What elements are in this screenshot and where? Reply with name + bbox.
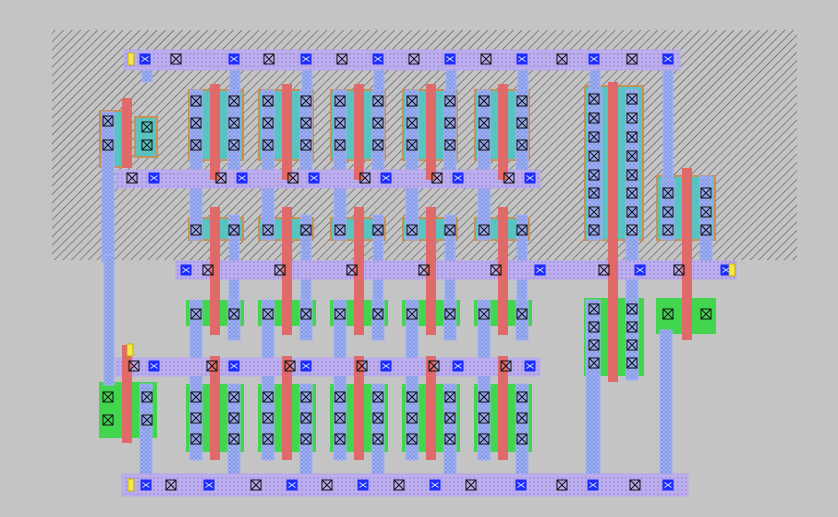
metal1-wire <box>300 214 312 306</box>
metal1-wire <box>516 214 528 306</box>
poly-gate <box>282 356 292 460</box>
metal1-wire <box>333 89 347 241</box>
metal1-wire <box>371 299 385 341</box>
metal1-wire <box>189 89 203 241</box>
poly-gate <box>426 356 436 460</box>
poly-gate <box>122 98 132 168</box>
metal1-wire <box>443 89 457 171</box>
poly-gate <box>682 168 692 340</box>
metal1-wire <box>372 214 384 306</box>
poly-gate <box>354 207 364 335</box>
metal1-wire <box>371 89 385 171</box>
metal2-wire <box>115 169 541 189</box>
pmos-active <box>134 116 158 158</box>
poly-gate <box>426 207 436 335</box>
metal1-wire <box>189 299 203 461</box>
poly-gate <box>498 84 508 180</box>
poly-gate <box>498 207 508 335</box>
metal1-wire <box>227 89 241 171</box>
metal1-wire <box>443 299 457 341</box>
metal1-wire <box>515 299 529 341</box>
poly-gate <box>122 345 132 443</box>
metal1-wire <box>477 299 491 461</box>
poly-gate <box>498 356 508 460</box>
poly-gate <box>210 356 220 460</box>
metal1-wire <box>299 89 313 171</box>
metal1-wire <box>261 299 275 461</box>
poly-gate <box>354 356 364 460</box>
metal1-wire <box>101 111 115 263</box>
poly-gate <box>210 207 220 335</box>
pin-icon <box>127 478 135 492</box>
metal2-wire <box>175 260 737 280</box>
metal1-wire <box>659 329 673 491</box>
metal1-wire <box>662 51 674 183</box>
metal1-wire <box>333 299 347 461</box>
pin-icon <box>127 52 135 66</box>
metal1-wire <box>515 89 529 171</box>
poly-gate <box>426 84 436 180</box>
metal1-wire <box>103 254 115 386</box>
metal2-wire <box>115 357 541 377</box>
metal1-wire <box>227 299 241 341</box>
metal1-wire <box>405 299 419 461</box>
metal1-wire <box>228 214 240 306</box>
metal1-wire <box>261 89 275 241</box>
poly-gate <box>608 82 618 382</box>
metal1-wire <box>299 299 313 341</box>
pin-icon <box>126 343 134 357</box>
layout-canvas <box>52 30 797 497</box>
poly-gate <box>282 84 292 180</box>
metal1-wire <box>444 214 456 306</box>
poly-gate <box>210 84 220 180</box>
metal1-wire <box>477 89 491 241</box>
poly-gate <box>354 84 364 180</box>
poly-gate <box>282 207 292 335</box>
metal1-wire <box>405 89 419 241</box>
pin-icon <box>728 263 736 277</box>
